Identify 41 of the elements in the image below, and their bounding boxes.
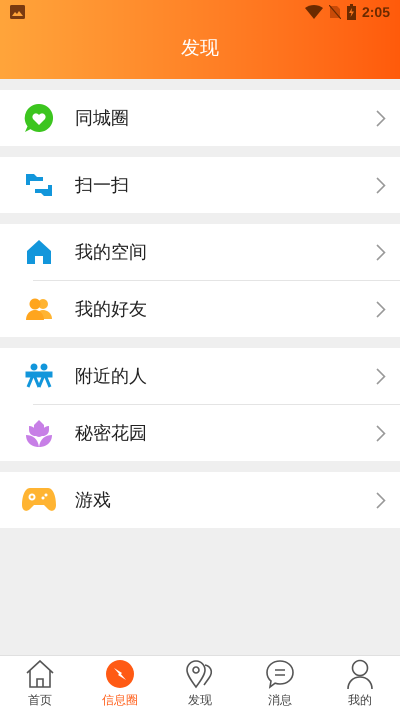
menu-item-label: 同城圈 [75, 106, 130, 130]
tab[interactable]: 我的 [320, 656, 400, 711]
chevron-right-icon [376, 492, 386, 508]
tab[interactable]: 发现 [160, 656, 240, 711]
battery-charging-icon [346, 4, 356, 20]
menu-item[interactable]: 秘密花园 [0, 405, 400, 461]
chevron-right-icon [376, 176, 386, 194]
menu-item-label: 秘密花园 [75, 422, 148, 444]
chevron-right-icon [376, 368, 386, 384]
status-time: 2:05 [362, 2, 390, 22]
menu-item-label: 扫一扫 [75, 174, 130, 196]
image-icon [10, 5, 25, 19]
flower-icon [25, 418, 53, 448]
house-icon [25, 238, 53, 266]
menu-item[interactable]: 游戏 [0, 472, 400, 528]
menu-item[interactable]: 附近的人 [0, 348, 400, 404]
page-title: 发现 [181, 37, 219, 62]
menu-item-label: 附近的人 [75, 364, 148, 388]
chevron-right-icon [376, 424, 386, 442]
menu-item[interactable]: 同城圈 [0, 90, 400, 146]
wifi-icon [304, 5, 323, 19]
home-icon [25, 658, 55, 688]
tab[interactable]: 首页 [0, 656, 80, 711]
menu-item-label: 我的空间 [75, 240, 148, 264]
menu-item[interactable]: 我的好友 [0, 281, 400, 337]
menu-item[interactable]: 我的空间 [0, 224, 400, 280]
person-icon [345, 658, 375, 688]
map-pin-icon [185, 658, 215, 688]
friends-icon [25, 297, 53, 321]
menu-item[interactable]: 扫一扫 [0, 157, 400, 213]
heart-chat-icon [23, 102, 55, 134]
chevron-right-icon [376, 110, 386, 126]
menu-item-label: 游戏 [75, 488, 112, 512]
chevron-right-icon [376, 300, 386, 318]
no-sim-icon [328, 5, 341, 19]
gamepad-icon [22, 487, 56, 513]
tab[interactable]: 消息 [240, 656, 320, 711]
menu-item-label: 我的好友 [75, 298, 148, 320]
chevron-right-icon [376, 244, 386, 260]
people-icon [25, 363, 53, 389]
message-icon [265, 658, 295, 688]
